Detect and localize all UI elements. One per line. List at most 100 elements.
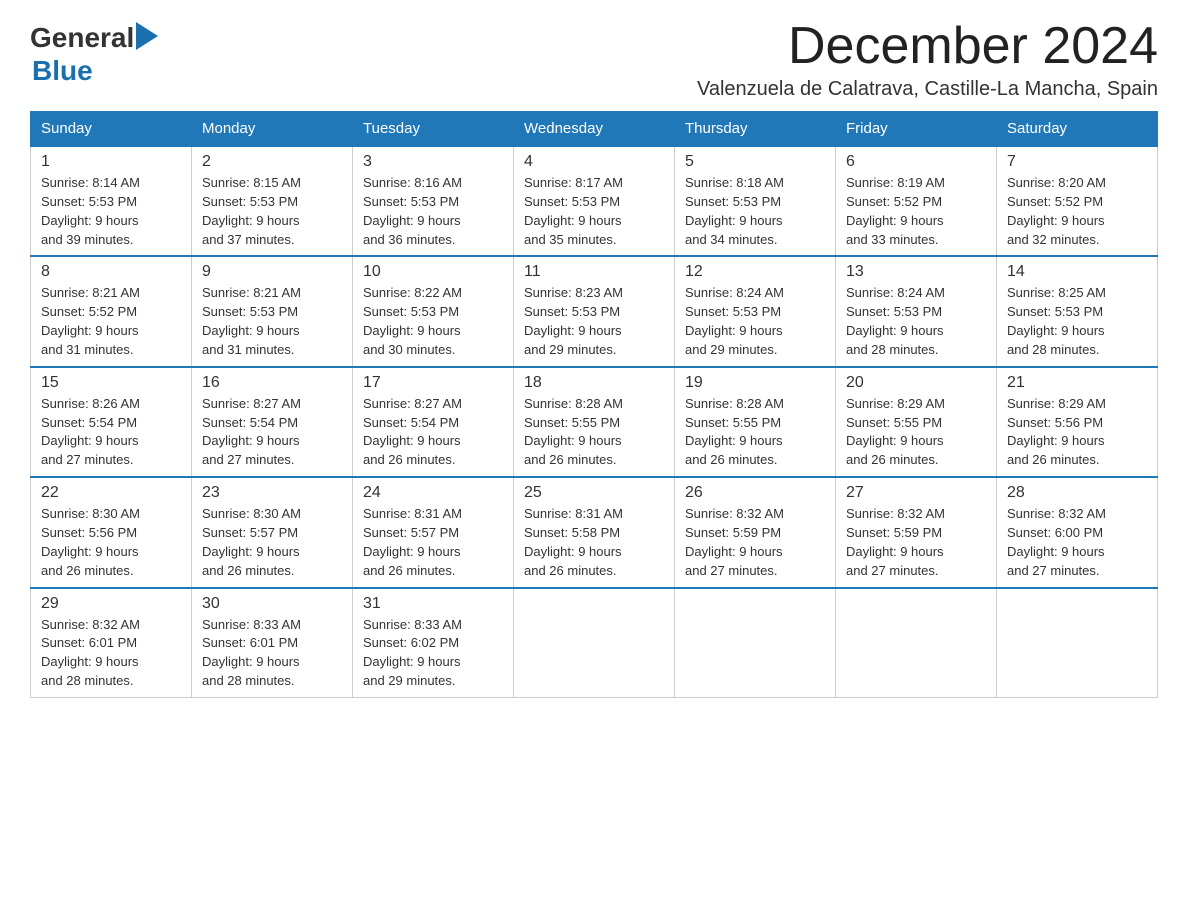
- day-info: Sunrise: 8:21 AMSunset: 5:52 PMDaylight:…: [41, 284, 181, 359]
- day-info: Sunrise: 8:32 AMSunset: 5:59 PMDaylight:…: [846, 505, 986, 580]
- weekday-header-friday: Friday: [836, 112, 997, 147]
- day-info: Sunrise: 8:30 AMSunset: 5:57 PMDaylight:…: [202, 505, 342, 580]
- calendar-week-row: 8 Sunrise: 8:21 AMSunset: 5:52 PMDaylight…: [31, 256, 1158, 366]
- calendar-cell: 27 Sunrise: 8:32 AMSunset: 5:59 PMDayligh…: [836, 477, 997, 587]
- day-info: Sunrise: 8:23 AMSunset: 5:53 PMDaylight:…: [524, 284, 664, 359]
- calendar-cell: 16 Sunrise: 8:27 AMSunset: 5:54 PMDayligh…: [192, 367, 353, 477]
- day-info: Sunrise: 8:16 AMSunset: 5:53 PMDaylight:…: [363, 174, 503, 249]
- weekday-header-tuesday: Tuesday: [353, 112, 514, 147]
- calendar-cell: 20 Sunrise: 8:29 AMSunset: 5:55 PMDayligh…: [836, 367, 997, 477]
- day-info: Sunrise: 8:33 AMSunset: 6:02 PMDaylight:…: [363, 616, 503, 691]
- calendar-cell: [514, 588, 675, 698]
- day-number: 15: [41, 374, 181, 392]
- day-number: 28: [1007, 484, 1147, 502]
- day-info: Sunrise: 8:31 AMSunset: 5:57 PMDaylight:…: [363, 505, 503, 580]
- day-info: Sunrise: 8:24 AMSunset: 5:53 PMDaylight:…: [846, 284, 986, 359]
- day-info: Sunrise: 8:25 AMSunset: 5:53 PMDaylight:…: [1007, 284, 1147, 359]
- day-info: Sunrise: 8:26 AMSunset: 5:54 PMDaylight:…: [41, 395, 181, 470]
- weekday-header-saturday: Saturday: [997, 112, 1158, 147]
- calendar-cell: 15 Sunrise: 8:26 AMSunset: 5:54 PMDayligh…: [31, 367, 192, 477]
- day-info: Sunrise: 8:19 AMSunset: 5:52 PMDaylight:…: [846, 174, 986, 249]
- weekday-header-thursday: Thursday: [675, 112, 836, 147]
- calendar-table: SundayMondayTuesdayWednesdayThursdayFrid…: [30, 111, 1158, 698]
- calendar-cell: 29 Sunrise: 8:32 AMSunset: 6:01 PMDayligh…: [31, 588, 192, 698]
- day-info: Sunrise: 8:27 AMSunset: 5:54 PMDaylight:…: [363, 395, 503, 470]
- calendar-cell: 23 Sunrise: 8:30 AMSunset: 5:57 PMDayligh…: [192, 477, 353, 587]
- day-number: 26: [685, 484, 825, 502]
- day-number: 5: [685, 153, 825, 171]
- day-number: 20: [846, 374, 986, 392]
- day-number: 21: [1007, 374, 1147, 392]
- day-info: Sunrise: 8:17 AMSunset: 5:53 PMDaylight:…: [524, 174, 664, 249]
- day-number: 3: [363, 153, 503, 171]
- day-info: Sunrise: 8:15 AMSunset: 5:53 PMDaylight:…: [202, 174, 342, 249]
- day-info: Sunrise: 8:28 AMSunset: 5:55 PMDaylight:…: [524, 395, 664, 470]
- day-info: Sunrise: 8:32 AMSunset: 5:59 PMDaylight:…: [685, 505, 825, 580]
- day-number: 18: [524, 374, 664, 392]
- day-number: 6: [846, 153, 986, 171]
- day-number: 31: [363, 595, 503, 613]
- day-number: 4: [524, 153, 664, 171]
- weekday-header-row: SundayMondayTuesdayWednesdayThursdayFrid…: [31, 112, 1158, 147]
- day-number: 25: [524, 484, 664, 502]
- calendar-cell: 21 Sunrise: 8:29 AMSunset: 5:56 PMDayligh…: [997, 367, 1158, 477]
- calendar-cell: 4 Sunrise: 8:17 AMSunset: 5:53 PMDaylight…: [514, 146, 675, 256]
- day-info: Sunrise: 8:27 AMSunset: 5:54 PMDaylight:…: [202, 395, 342, 470]
- calendar-cell: 10Sunrise: 8:22 AMSunset: 5:53 PMDayligh…: [353, 256, 514, 366]
- day-number: 24: [363, 484, 503, 502]
- calendar-week-row: 15 Sunrise: 8:26 AMSunset: 5:54 PMDayligh…: [31, 367, 1158, 477]
- day-info: Sunrise: 8:32 AMSunset: 6:01 PMDaylight:…: [41, 616, 181, 691]
- day-number: 2: [202, 153, 342, 171]
- calendar-cell: 8 Sunrise: 8:21 AMSunset: 5:52 PMDaylight…: [31, 256, 192, 366]
- day-number: 11: [524, 263, 664, 281]
- day-info: Sunrise: 8:21 AMSunset: 5:53 PMDaylight:…: [202, 284, 342, 359]
- day-number: 12: [685, 263, 825, 281]
- weekday-header-wednesday: Wednesday: [514, 112, 675, 147]
- day-info: Sunrise: 8:29 AMSunset: 5:55 PMDaylight:…: [846, 395, 986, 470]
- day-number: 23: [202, 484, 342, 502]
- page-header: General Blue December 2024 Valenzuela de…: [30, 20, 1158, 101]
- calendar-cell: 28 Sunrise: 8:32 AMSunset: 6:00 PMDayligh…: [997, 477, 1158, 587]
- logo-blue: Blue: [32, 55, 93, 86]
- day-number: 13: [846, 263, 986, 281]
- day-number: 7: [1007, 153, 1147, 171]
- day-number: 30: [202, 595, 342, 613]
- day-number: 29: [41, 595, 181, 613]
- day-number: 14: [1007, 263, 1147, 281]
- calendar-cell: 25Sunrise: 8:31 AMSunset: 5:58 PMDayligh…: [514, 477, 675, 587]
- month-title: December 2024: [697, 20, 1158, 72]
- day-number: 16: [202, 374, 342, 392]
- day-number: 19: [685, 374, 825, 392]
- calendar-cell: 31 Sunrise: 8:33 AMSunset: 6:02 PMDayligh…: [353, 588, 514, 698]
- calendar-cell: 13 Sunrise: 8:24 AMSunset: 5:53 PMDayligh…: [836, 256, 997, 366]
- weekday-header-monday: Monday: [192, 112, 353, 147]
- day-number: 27: [846, 484, 986, 502]
- calendar-cell: 26 Sunrise: 8:32 AMSunset: 5:59 PMDayligh…: [675, 477, 836, 587]
- logo: General Blue: [30, 20, 158, 87]
- day-info: Sunrise: 8:33 AMSunset: 6:01 PMDaylight:…: [202, 616, 342, 691]
- day-info: Sunrise: 8:30 AMSunset: 5:56 PMDaylight:…: [41, 505, 181, 580]
- calendar-week-row: 1Sunrise: 8:14 AMSunset: 5:53 PMDaylight…: [31, 146, 1158, 256]
- day-info: Sunrise: 8:29 AMSunset: 5:56 PMDaylight:…: [1007, 395, 1147, 470]
- weekday-header-sunday: Sunday: [31, 112, 192, 147]
- calendar-cell: 3 Sunrise: 8:16 AMSunset: 5:53 PMDaylight…: [353, 146, 514, 256]
- day-number: 17: [363, 374, 503, 392]
- logo-arrow-shape: [136, 22, 158, 55]
- calendar-week-row: 29 Sunrise: 8:32 AMSunset: 6:01 PMDayligh…: [31, 588, 1158, 698]
- calendar-cell: 12Sunrise: 8:24 AMSunset: 5:53 PMDayligh…: [675, 256, 836, 366]
- day-info: Sunrise: 8:18 AMSunset: 5:53 PMDaylight:…: [685, 174, 825, 249]
- calendar-cell: 19Sunrise: 8:28 AMSunset: 5:55 PMDayligh…: [675, 367, 836, 477]
- day-info: Sunrise: 8:20 AMSunset: 5:52 PMDaylight:…: [1007, 174, 1147, 249]
- day-info: Sunrise: 8:32 AMSunset: 6:00 PMDaylight:…: [1007, 505, 1147, 580]
- calendar-cell: 1Sunrise: 8:14 AMSunset: 5:53 PMDaylight…: [31, 146, 192, 256]
- calendar-cell: 14 Sunrise: 8:25 AMSunset: 5:53 PMDayligh…: [997, 256, 1158, 366]
- calendar-cell: 5 Sunrise: 8:18 AMSunset: 5:53 PMDaylight…: [675, 146, 836, 256]
- calendar-cell: [675, 588, 836, 698]
- day-number: 10: [363, 263, 503, 281]
- calendar-cell: 2 Sunrise: 8:15 AMSunset: 5:53 PMDaylight…: [192, 146, 353, 256]
- day-number: 8: [41, 263, 181, 281]
- calendar-week-row: 22Sunrise: 8:30 AMSunset: 5:56 PMDayligh…: [31, 477, 1158, 587]
- calendar-cell: [836, 588, 997, 698]
- day-number: 9: [202, 263, 342, 281]
- calendar-cell: 30 Sunrise: 8:33 AMSunset: 6:01 PMDayligh…: [192, 588, 353, 698]
